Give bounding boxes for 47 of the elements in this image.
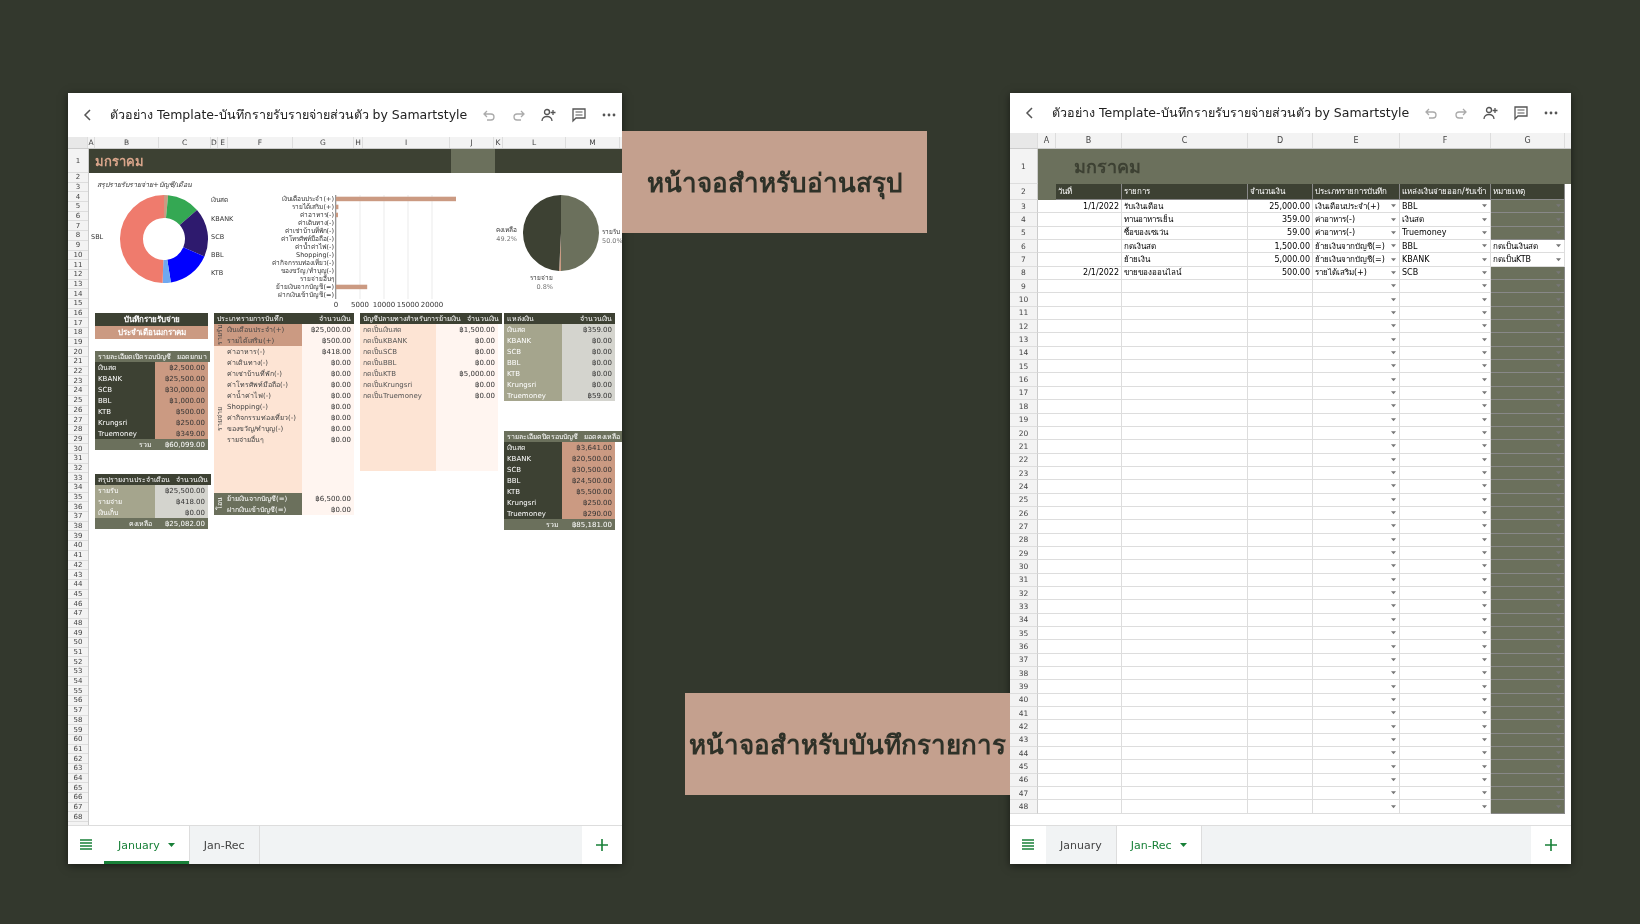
column-letter: F — [1400, 133, 1491, 148]
table-cell[interactable]: 359.00 — [1248, 213, 1313, 227]
table-cell[interactable]: 1,500.00 — [1248, 240, 1313, 254]
column-header: แหล่งเงินจ่ายออก/รับเข้า — [1400, 184, 1491, 200]
table-cell[interactable]: ขายของออนไลน์ — [1122, 266, 1248, 281]
dropdown-cell[interactable]: กดเป็นKTB — [1491, 253, 1565, 267]
banner-title: บันทึกรายรับจ่าย — [95, 313, 208, 326]
caption-label: หน้าจอสำหรับบันทึกรายการ — [685, 693, 1010, 795]
sheet-tab[interactable]: January — [104, 826, 190, 864]
table-cell[interactable]: 2/1/2022 — [1056, 266, 1122, 281]
dropdown-cell[interactable]: เงินเดือนประจำ(+) — [1313, 200, 1400, 214]
dropdown-cell[interactable]: ย้ายเงินจากบัญชี(=) — [1313, 253, 1400, 267]
dropdown-cell[interactable]: ย้ายเงินจากบัญชี(=) — [1313, 240, 1400, 254]
dropdown-cell[interactable]: KBANK — [1400, 253, 1491, 267]
column-header: ประเภทรายการบันทึก — [1313, 184, 1400, 200]
document-title: ตัวอย่าง Template-บันทึกรายรับรายจ่ายส่วนตัว by Samartstyle — [110, 106, 468, 124]
table-cell[interactable]: 59.00 — [1248, 226, 1313, 241]
table-cell[interactable]: 5,000.00 — [1248, 253, 1313, 267]
column-header: รายการ — [1122, 184, 1248, 200]
banner-title: ประจำเดือนมกราคม — [95, 326, 208, 339]
month-title: มกราคม — [94, 152, 145, 171]
table-cell[interactable]: กดเงินสด — [1122, 240, 1248, 254]
dropdown-cell[interactable]: ค่าอาหาร(-) — [1313, 213, 1400, 227]
column-header: วันที่ — [1056, 184, 1122, 200]
table-cell[interactable]: ซื้อของเซเว่น — [1122, 226, 1248, 241]
table-cell[interactable]: ทานอาหารเย็น — [1122, 213, 1248, 227]
caption-label: หน้าจอสำหรับอ่านสรุป — [622, 131, 927, 233]
table-cell[interactable]: 500.00 — [1248, 266, 1313, 281]
dropdown-cell[interactable]: BBL — [1400, 240, 1491, 254]
column-letter: A — [1038, 133, 1056, 148]
sheet-tab[interactable]: Jan-Rec — [1116, 826, 1202, 864]
dropdown-cell[interactable]: Truemoney — [1400, 226, 1491, 241]
table-cell[interactable]: ย้ายเงิน — [1122, 253, 1248, 267]
column-letter: C — [1122, 133, 1248, 148]
table-cell[interactable]: 25,000.00 — [1248, 200, 1313, 214]
column-letter: E — [1313, 133, 1400, 148]
column-letter: D — [1248, 133, 1313, 148]
column-header: จำนวนเงิน — [1248, 184, 1313, 200]
column-letter: G — [1491, 133, 1565, 148]
dropdown-cell[interactable]: ค่าอาหาร(-) — [1313, 226, 1400, 241]
column-header: หมายเหตุ — [1491, 184, 1565, 200]
dropdown-cell[interactable]: กดเป็นเงินสด — [1491, 240, 1565, 254]
table-cell[interactable]: 1/1/2022 — [1056, 200, 1122, 214]
table-cell[interactable]: รับเงินเดือน — [1122, 200, 1248, 214]
document-title: ตัวอย่าง Template-บันทึกรายรับรายจ่ายส่วนตัว by Samartstyle — [1052, 104, 1410, 122]
dropdown-cell[interactable]: รายได้เสริม(+) — [1313, 266, 1400, 281]
column-letter: B — [1056, 133, 1122, 148]
